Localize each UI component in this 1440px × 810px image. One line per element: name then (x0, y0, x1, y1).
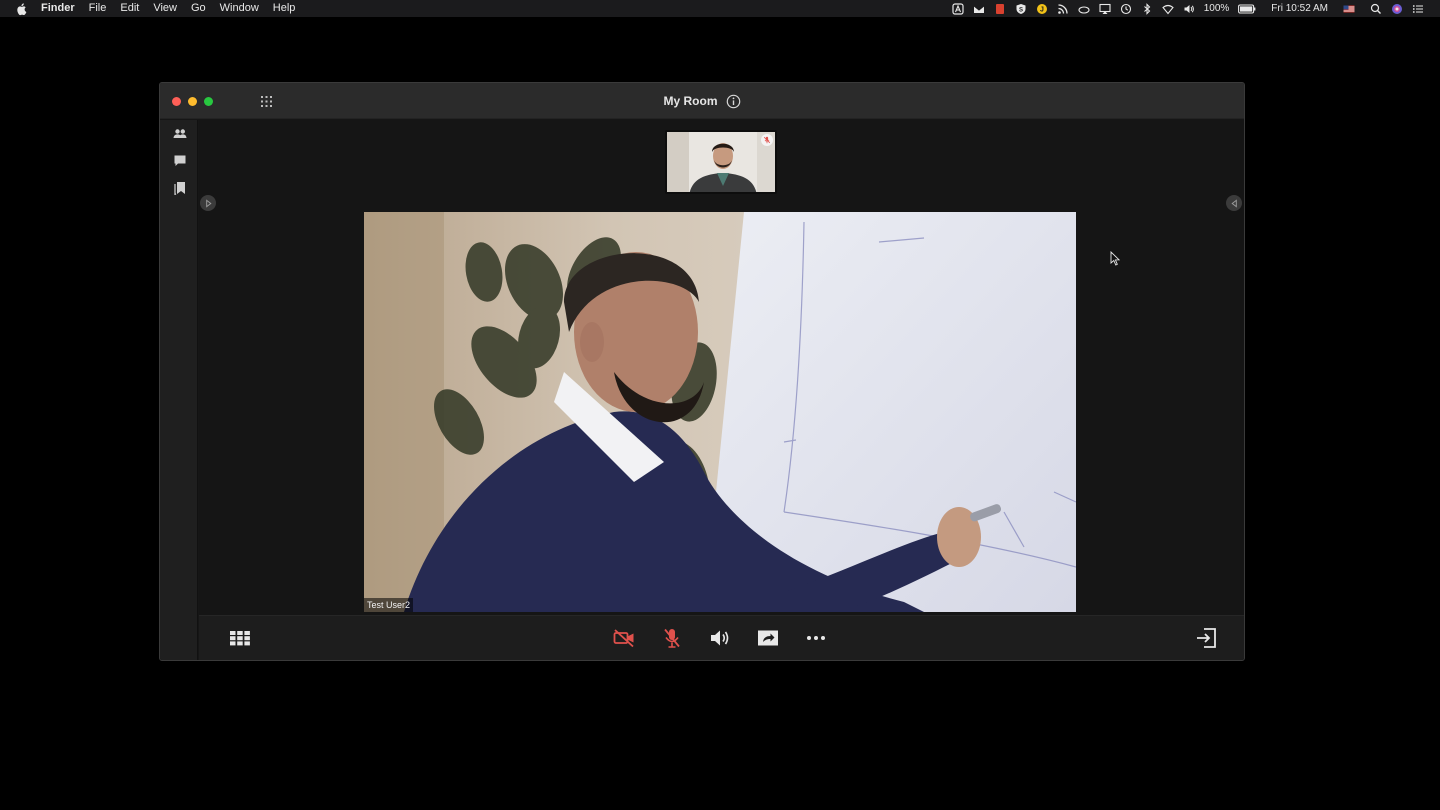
volume-icon[interactable] (1183, 3, 1195, 15)
speaker-icon (711, 630, 729, 646)
yellow-j-icon[interactable]: J (1036, 3, 1048, 15)
close-window-button[interactable] (172, 97, 181, 106)
menu-window[interactable]: Window (220, 0, 259, 17)
battery-icon[interactable] (1238, 3, 1256, 15)
minimize-window-button[interactable] (188, 97, 197, 106)
time-machine-icon[interactable] (1120, 3, 1132, 15)
svg-text:S: S (1019, 7, 1023, 13)
more-options-button[interactable] (804, 626, 828, 650)
app-window: My Room Test User2 (159, 82, 1245, 661)
bookmarks-icon[interactable] (173, 181, 187, 196)
grid-view-button[interactable] (228, 626, 252, 650)
menu-help[interactable]: Help (273, 0, 296, 17)
self-view-thumbnail[interactable] (665, 130, 777, 194)
share-screen-icon (758, 630, 778, 646)
microphone-toggle-button[interactable] (660, 626, 684, 650)
menu-view[interactable]: View (153, 0, 177, 17)
chat-icon[interactable] (173, 154, 187, 168)
battery-percent: 100% (1203, 3, 1230, 14)
spotlight-icon[interactable] (1370, 3, 1382, 15)
camera-off-icon (613, 629, 634, 648)
svg-text:J: J (1040, 6, 1044, 13)
expand-right-panel-icon[interactable] (1226, 195, 1242, 211)
menu-bar: Finder File Edit View Go Window Help S J… (0, 0, 1440, 17)
room-title: My Room (663, 94, 718, 108)
call-toolbar (199, 615, 1244, 660)
menu-edit[interactable]: Edit (120, 0, 139, 17)
us-flag-icon[interactable] (1343, 3, 1355, 15)
share-screen-button[interactable] (756, 626, 780, 650)
red-app-icon[interactable] (994, 3, 1006, 15)
speaker-button[interactable] (708, 626, 732, 650)
status-area: S J 100% Fri 10:52 AM (952, 0, 1424, 17)
bluetooth-icon[interactable] (1141, 2, 1153, 15)
video-stage: Test User2 (199, 120, 1244, 615)
notification-center-icon[interactable] (1412, 3, 1424, 15)
app-a-icon[interactable] (952, 2, 964, 15)
info-icon[interactable] (726, 94, 741, 109)
wifi-icon[interactable] (1161, 3, 1174, 15)
title-bar: My Room (160, 83, 1244, 119)
apps-grid-icon[interactable] (260, 95, 273, 108)
expand-left-panel-icon[interactable] (200, 195, 216, 211)
menu-finder[interactable]: Finder (41, 0, 75, 17)
camera-toggle-button[interactable] (612, 626, 636, 650)
clock[interactable]: Fri 10:52 AM (1271, 3, 1328, 14)
more-icon (807, 636, 825, 640)
participant-name-tag: Test User2 (364, 598, 414, 612)
apple-icon[interactable] (15, 2, 29, 16)
thumbnail-muted-icon (761, 134, 773, 146)
left-rail (160, 120, 198, 660)
leave-room-button[interactable] (1194, 626, 1218, 650)
mic-off-icon (664, 628, 680, 648)
maximize-window-button[interactable] (204, 97, 213, 106)
mouse-cursor-icon (1110, 250, 1121, 266)
gmail-icon[interactable] (973, 3, 985, 15)
shield-s-icon[interactable]: S (1015, 3, 1027, 15)
main-video-feed (364, 212, 1076, 612)
airplay-icon[interactable] (1099, 3, 1111, 15)
leave-icon (1197, 628, 1216, 648)
menu-file[interactable]: File (89, 0, 107, 17)
room-title-area: My Room (160, 83, 1244, 119)
menu-go[interactable]: Go (191, 0, 206, 17)
siri-icon[interactable] (1391, 3, 1403, 15)
participants-icon[interactable] (173, 127, 187, 141)
main-video-tile[interactable]: Test User2 (364, 212, 1076, 612)
grid-view-icon (230, 631, 250, 646)
cloud-icon[interactable] (1078, 3, 1090, 15)
feed-icon[interactable] (1057, 3, 1069, 15)
